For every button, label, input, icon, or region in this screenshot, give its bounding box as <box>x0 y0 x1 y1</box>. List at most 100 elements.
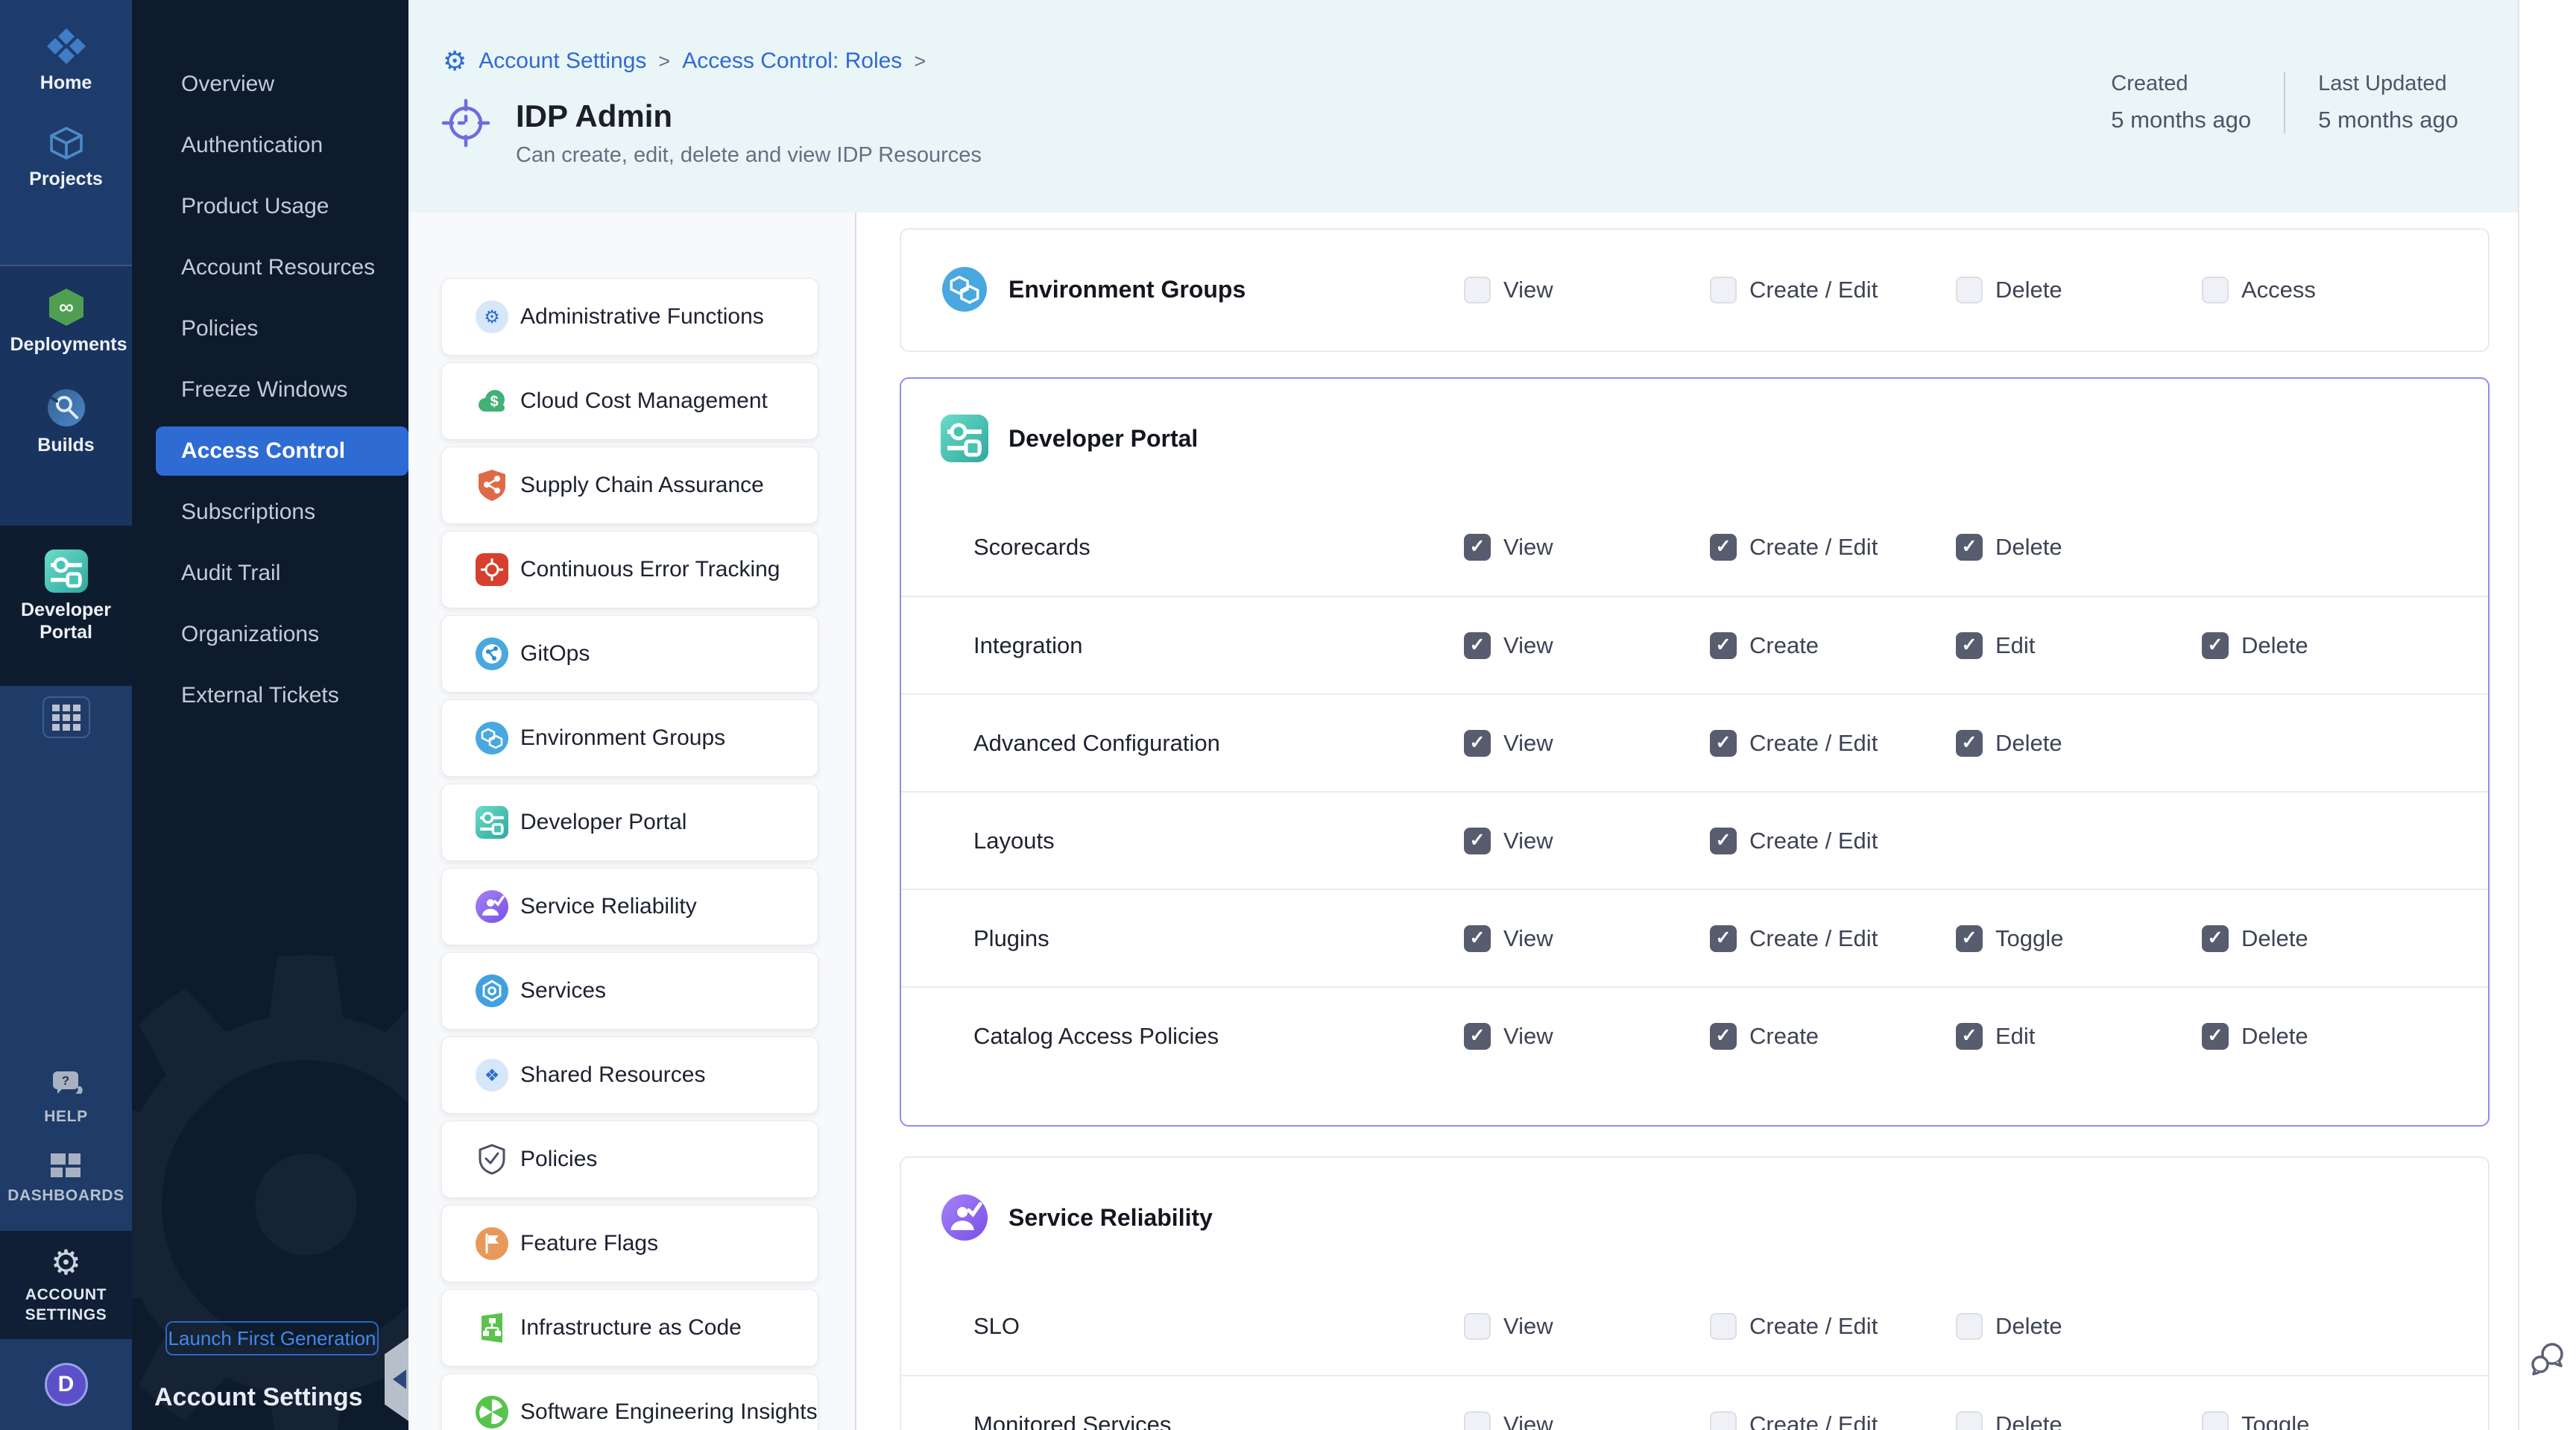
check-icon <box>1716 734 1731 752</box>
checkbox[interactable] <box>1956 730 1983 757</box>
rail-dashboards-button[interactable]: DASHBOARDS <box>7 1152 124 1206</box>
role-title-block: IDP Admin Can create, edit, delete and v… <box>441 98 982 168</box>
created-value: 5 months ago <box>2111 107 2251 133</box>
content: ⚙ Administrative Functions $ Cloud Cost … <box>408 212 2518 1430</box>
category-policies[interactable]: Policies <box>441 1121 818 1198</box>
checkbox[interactable] <box>1956 1313 1983 1340</box>
permission-delete: Delete <box>1956 534 2062 561</box>
checkbox[interactable] <box>1956 1023 1983 1050</box>
rail-module-projects[interactable]: Projects <box>10 125 122 191</box>
category-services[interactable]: Services <box>441 952 818 1030</box>
checkbox[interactable] <box>1956 277 1983 303</box>
resource-category-panel: ⚙ Administrative Functions $ Cloud Cost … <box>408 212 856 1430</box>
permission-view: View <box>1464 1023 1553 1050</box>
permission-create-edit: Create / Edit <box>1710 730 1878 757</box>
permission-view: View <box>1464 277 1553 303</box>
checkbox[interactable] <box>2202 1411 2229 1430</box>
rail-module-builds[interactable]: Builds <box>10 388 122 457</box>
checkbox[interactable] <box>1956 925 1983 952</box>
rail-module-deployments[interactable]: ∞ Deployments <box>10 287 122 356</box>
category-continuous-error-tracking[interactable]: Continuous Error Tracking <box>441 531 818 608</box>
role-target-icon <box>441 98 490 148</box>
permission-row-plugins: Plugins View Create / Edit Toggle <box>901 889 2488 986</box>
checkbox[interactable] <box>1710 730 1737 757</box>
checkbox[interactable] <box>1710 1411 1737 1430</box>
category-environment-groups[interactable]: Environment Groups <box>441 699 818 777</box>
permissions-area: Environment Groups View Create / Edit De… <box>856 212 2518 1430</box>
sidebar-item-freeze-windows[interactable]: Freeze Windows <box>132 359 408 421</box>
checkbox[interactable] <box>1464 828 1491 854</box>
rail-module-home[interactable]: Home <box>10 27 122 95</box>
check-icon <box>1962 1027 1977 1045</box>
check-icon <box>1716 1027 1731 1045</box>
checkbox[interactable] <box>1956 534 1983 561</box>
permission-create: Create <box>1710 1023 1819 1050</box>
category-infrastructure-as-code[interactable]: Infrastructure as Code <box>441 1289 818 1367</box>
permission-row-slo: SLO View Create / Edit Delete <box>901 1277 2488 1375</box>
sidebar-item-policies[interactable]: Policies <box>132 298 408 359</box>
checkbox[interactable] <box>1710 632 1737 659</box>
sidebar-item-external-tickets[interactable]: External Tickets <box>132 665 408 726</box>
chevron-left-icon <box>383 1370 406 1389</box>
category-administrative-functions[interactable]: ⚙ Administrative Functions <box>441 278 818 356</box>
checkbox[interactable] <box>1464 730 1491 757</box>
check-icon <box>1470 1027 1486 1045</box>
category-software-engineering-insights[interactable]: Software Engineering Insights <box>441 1373 818 1430</box>
category-gitops[interactable]: GitOps <box>441 615 818 693</box>
checkbox[interactable] <box>1464 632 1491 659</box>
checkbox[interactable] <box>1464 925 1491 952</box>
checkbox[interactable] <box>1710 1313 1737 1340</box>
user-avatar[interactable]: D <box>45 1363 88 1406</box>
checkbox[interactable] <box>1710 828 1737 854</box>
sidebar-item-access-control[interactable]: Access Control <box>156 426 408 476</box>
role-meta: Created 5 months ago Last Updated 5 mont… <box>2078 72 2491 133</box>
checkbox[interactable] <box>1464 1313 1491 1340</box>
checkbox[interactable] <box>2202 1023 2229 1050</box>
sidebar-item-account-resources[interactable]: Account Resources <box>132 237 408 298</box>
permission-delete: Delete <box>2202 925 2308 952</box>
rail-account-settings-button[interactable]: ⚙ ACCOUNT SETTINGS <box>0 1231 132 1339</box>
svg-text:$: $ <box>490 394 498 410</box>
category-shared-resources[interactable]: ❖ Shared Resources <box>441 1036 818 1114</box>
checkbox[interactable] <box>2202 925 2229 952</box>
category-cloud-cost-management[interactable]: $ Cloud Cost Management <box>441 362 818 440</box>
checkbox[interactable] <box>1710 534 1737 561</box>
category-feature-flags[interactable]: Feature Flags <box>441 1205 818 1282</box>
checkbox[interactable] <box>1710 277 1737 303</box>
checkbox[interactable] <box>1710 1023 1737 1050</box>
checkbox[interactable] <box>1464 1023 1491 1050</box>
rail-module-developer-portal[interactable]: Developer Portal <box>10 549 122 643</box>
checkbox[interactable] <box>1464 534 1491 561</box>
permission-toggle: Toggle <box>2202 1411 2309 1430</box>
sidebar-item-overview[interactable]: Overview <box>132 54 408 115</box>
launch-first-generation-button[interactable]: Launch First Generation <box>165 1321 379 1355</box>
checkbox[interactable] <box>1956 1411 1983 1430</box>
sidebar-item-organizations[interactable]: Organizations <box>132 604 408 665</box>
feature-flags-icon <box>476 1227 508 1260</box>
checkbox[interactable] <box>1956 632 1983 659</box>
sidebar-item-subscriptions[interactable]: Subscriptions <box>132 482 408 543</box>
rail-help-button[interactable]: ? HELP <box>44 1070 87 1127</box>
sidebar-item-authentication[interactable]: Authentication <box>132 115 408 176</box>
breadcrumb-access-control-roles[interactable]: Access Control: Roles <box>682 48 902 74</box>
sidebar-item-audit-trail[interactable]: Audit Trail <box>132 543 408 604</box>
breadcrumb-account-settings[interactable]: Account Settings <box>479 48 646 74</box>
category-service-reliability[interactable]: Service Reliability <box>441 868 818 945</box>
rail-utility-block: ? HELP DASHBOARDS <box>0 686 132 1231</box>
module-picker-button[interactable] <box>42 696 90 738</box>
category-supply-chain-assurance[interactable]: Supply Chain Assurance <box>441 447 818 524</box>
sidebar-collapse-button[interactable] <box>385 1338 408 1421</box>
check-icon <box>2208 1027 2223 1045</box>
category-developer-portal[interactable]: Developer Portal <box>441 784 818 861</box>
home-icon <box>45 27 87 66</box>
checkbox[interactable] <box>1710 925 1737 952</box>
checkbox[interactable] <box>1464 277 1491 303</box>
permission-view: View <box>1464 1411 1553 1430</box>
sidebar-item-product-usage[interactable]: Product Usage <box>132 176 408 237</box>
checkbox[interactable] <box>2202 632 2229 659</box>
chat-support-button[interactable] <box>2529 1342 2566 1378</box>
card-title: Environment Groups <box>1008 276 1246 303</box>
permission-create-edit: Create / Edit <box>1710 1411 1878 1430</box>
checkbox[interactable] <box>1464 1411 1491 1430</box>
checkbox[interactable] <box>2202 277 2229 303</box>
